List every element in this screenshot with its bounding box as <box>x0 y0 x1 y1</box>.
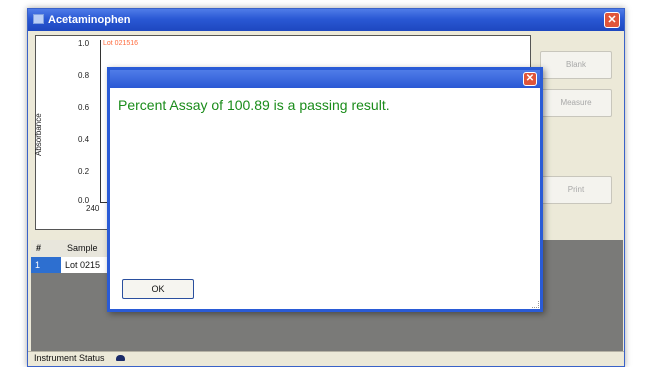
blank-button[interactable]: Blank <box>540 51 612 79</box>
dialog-close-button[interactable]: ✕ <box>523 72 537 86</box>
window-title: Acetaminophen <box>48 14 131 26</box>
dialog-title-bar[interactable]: ✕ <box>110 70 540 88</box>
measure-button[interactable]: Measure <box>540 89 612 117</box>
y-axis-line <box>100 40 101 202</box>
window-app-icon <box>33 14 44 24</box>
x-tick: 240 <box>86 204 100 213</box>
resize-grip-icon[interactable] <box>532 301 539 308</box>
status-bar: Instrument Status <box>28 351 624 366</box>
y-tick: 0.6 <box>78 103 90 112</box>
window-close-button[interactable]: ✕ <box>604 12 620 28</box>
dialog-message: Percent Assay of 100.89 is a passing res… <box>118 97 390 113</box>
y-tick: 0.8 <box>78 71 90 80</box>
print-button[interactable]: Print <box>540 176 612 204</box>
column-header-sample[interactable]: Sample <box>67 243 98 253</box>
y-tick: 0.2 <box>78 167 90 176</box>
y-axis-label: Absorbance <box>34 113 43 156</box>
y-tick: 1.0 <box>78 39 90 48</box>
ok-button[interactable]: OK <box>122 279 194 299</box>
status-indicator-icon <box>116 355 125 361</box>
column-header-number[interactable]: # <box>36 243 41 253</box>
title-bar[interactable]: Acetaminophen ✕ <box>28 9 624 31</box>
result-dialog: ✕ Percent Assay of 100.89 is a passing r… <box>107 67 543 312</box>
status-label: Instrument Status <box>34 353 105 363</box>
series-legend-label: Lot 021516 <box>103 40 139 47</box>
y-tick: 0.4 <box>78 135 90 144</box>
row-number: 1 <box>31 257 61 273</box>
